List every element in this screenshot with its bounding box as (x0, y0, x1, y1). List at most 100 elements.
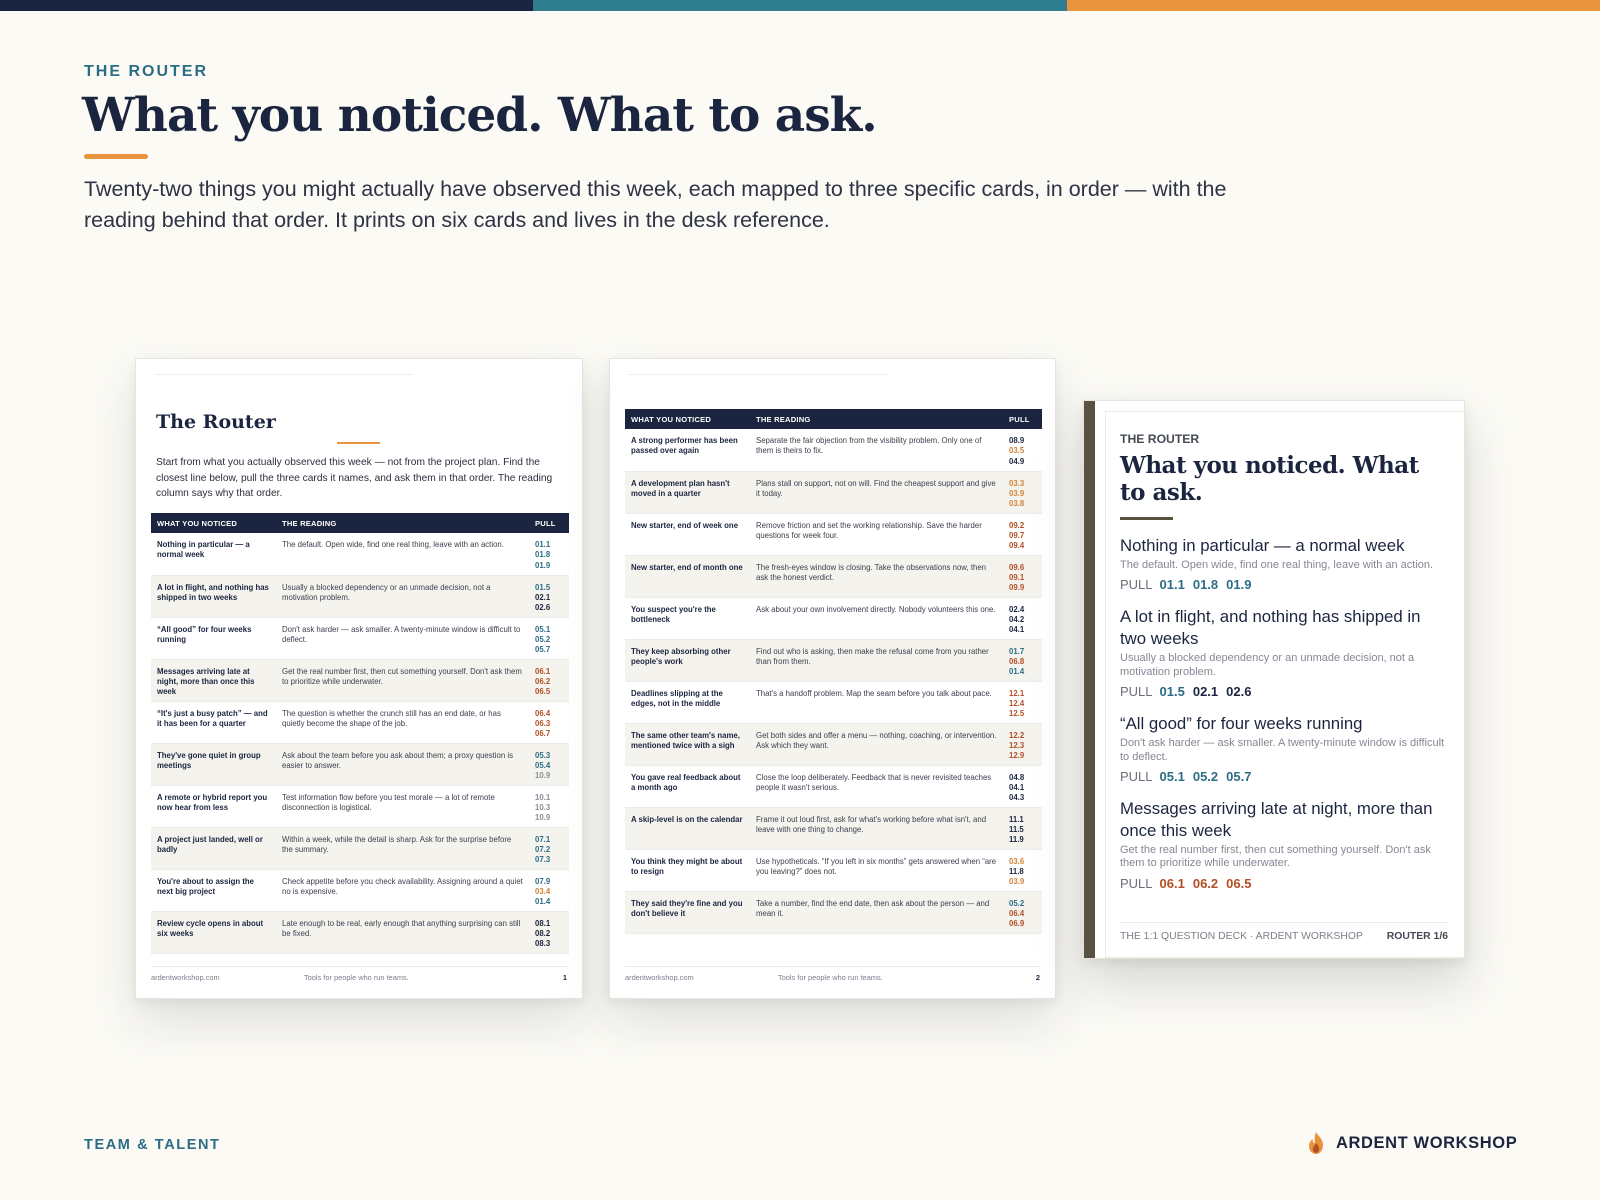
card-code: 06.9 (1009, 919, 1025, 929)
card-code: 02.1 (1192, 684, 1219, 700)
table-row: A lot in flight, and nothing has shipped… (151, 575, 569, 618)
card-code: 08.9 (1009, 436, 1025, 445)
noticed-cell: A lot in flight, and nothing has shipped… (151, 575, 276, 618)
table-row: They've gone quiet in group meetings Ask … (151, 743, 569, 786)
pull-cell: 04.8 04.1 04.3 (1003, 765, 1042, 808)
card-code: 07.1 (535, 834, 551, 844)
table-row: A project just landed, well or badly With… (151, 827, 569, 870)
reading-cell: The question is whether the crunch still… (276, 701, 529, 744)
reading-cell: Ask about your own involvement directly.… (750, 597, 1003, 640)
footer-tagline: Tools for people who run teams. (304, 973, 409, 982)
card-code: 05.1 (1159, 769, 1185, 785)
card-code: 06.1 (1159, 875, 1185, 891)
entry-reading: The default. Open wide, find one real th… (1120, 559, 1434, 571)
entry-reading: Get the real number first, then cut some… (1120, 844, 1431, 870)
entry-pull: PULL 01.1 01.8 01.9 (1120, 577, 1450, 592)
noticed-cell: A project just landed, well or badly (151, 827, 276, 870)
noticed-cell: They've gone quiet in group meetings (151, 743, 276, 786)
card-footer-index: ROUTER 1/6 (1386, 931, 1448, 942)
card-code: 09.7 (1009, 530, 1025, 540)
table-row: They said they're fine and you don't bel… (625, 891, 1042, 934)
reading-cell: Don't ask harder — ask smaller. A twenty… (276, 617, 529, 660)
card-entry: A lot in flight, and nothing has shipped… (1120, 606, 1450, 699)
card-code: 12.4 (1009, 698, 1025, 708)
table-row: You're about to assign the next big proj… (151, 869, 569, 912)
table-row: New starter, end of week one Remove frict… (625, 513, 1042, 556)
table-row: A skip-level is on the calendar Frame it … (625, 807, 1042, 850)
card-footer-deck: THE 1:1 QUESTION DECK · ARDENT WORKSHOP (1120, 931, 1363, 942)
reading-cell: Ask about the team before you ask about … (276, 743, 529, 786)
table-row: A remote or hybrid report you now hear f… (151, 785, 569, 828)
column-header-noticed: WHAT YOU NOTICED (151, 513, 276, 533)
card-code: 12.3 (1009, 740, 1025, 750)
noticed-cell: “All good” for four weeks running (151, 617, 276, 660)
card-code: 06.2 (535, 676, 551, 686)
card-code: 04.9 (1009, 456, 1025, 466)
card-code: 04.2 (1009, 614, 1025, 624)
reading-cell: Test information flow before you test mo… (276, 785, 529, 828)
pull-cell: 05.1 05.2 05.7 (529, 617, 569, 660)
card-code: 01.8 (1192, 577, 1219, 593)
pull-cell: 03.6 11.8 03.9 (1003, 849, 1042, 892)
page-footer: ardentworkshop.com Tools for people who … (625, 966, 1040, 986)
entry-noticed: Messages arriving late at night, more th… (1120, 799, 1433, 841)
pull-cell: 01.1 01.8 01.9 (529, 533, 569, 576)
noticed-cell: New starter, end of week one (625, 513, 750, 556)
card-code: 11.1 (1009, 814, 1024, 824)
column-header-noticed: WHAT YOU NOTICED (625, 409, 750, 429)
page-footer: ardentworkshop.com Tools for people who … (151, 966, 567, 986)
card-code: 03.8 (1009, 499, 1025, 509)
card-code: 05.4 (535, 760, 551, 770)
entry-noticed: “All good” for four weeks running (1120, 714, 1363, 734)
card-code: 01.4 (1009, 667, 1025, 677)
noticed-cell: They keep absorbing other people's work (625, 639, 750, 682)
card-code: 06.5 (535, 687, 551, 697)
card-code: 10.1 (535, 792, 551, 802)
card-code: 10.3 (535, 802, 551, 812)
document-title: The Router (156, 411, 276, 433)
card-code: 02.6 (1226, 684, 1252, 700)
card-code: 03.6 (1009, 856, 1025, 866)
card-code: 06.2 (1192, 875, 1219, 891)
card-code: 09.9 (1009, 583, 1025, 593)
table-row: Messages arriving late at night, more th… (151, 659, 569, 702)
flame-icon (1309, 1132, 1323, 1154)
card-code: 06.3 (535, 718, 551, 728)
column-header-reading: THE READING (750, 409, 1003, 429)
entry-pull: PULL 06.1 06.2 06.5 (1120, 876, 1450, 891)
card-code: 08.2 (535, 928, 551, 938)
card-code: 02.4 (1009, 604, 1025, 614)
card-code: 07.2 (535, 844, 551, 854)
card-code: 11.9 (1009, 835, 1024, 845)
pull-cell: 07.9 03.4 01.4 (529, 869, 569, 912)
pull-cell: 12.1 12.4 12.5 (1003, 681, 1042, 724)
document-page-1: The Router Start from what you actually … (135, 358, 583, 999)
card-code: 04.8 (1009, 772, 1025, 782)
noticed-cell: You suspect you're the bottleneck (625, 597, 750, 640)
card-code: 01.9 (535, 560, 551, 570)
card-code: 03.9 (1009, 877, 1025, 887)
card-code: 09.2 (1009, 520, 1025, 530)
card-code: 12.9 (1009, 751, 1025, 761)
card-spine (1084, 401, 1095, 958)
entry-noticed: A lot in flight, and nothing has shipped… (1120, 607, 1421, 649)
pull-cell: 05.3 05.4 10.9 (529, 743, 569, 786)
card-code: 04.1 (1009, 782, 1025, 792)
intro-paragraph: Twenty-two things you might actually hav… (84, 177, 1227, 232)
reading-cell: Remove friction and set the working rela… (750, 513, 1003, 556)
card-code: 01.4 (535, 897, 551, 907)
card-code: 06.8 (1009, 656, 1025, 666)
noticed-cell: The same other team's name, mentioned tw… (625, 723, 750, 766)
card-code: 01.5 (1159, 684, 1185, 700)
pull-cell: 12.2 12.3 12.9 (1003, 723, 1042, 766)
card-code: 04.1 (1009, 625, 1025, 635)
card-code: 03.9 (1009, 488, 1025, 498)
card-code: 11.5 (1009, 824, 1024, 834)
table-header-row: WHAT YOU NOTICED THE READING PULL (151, 513, 569, 533)
footer-site: ardentworkshop.com (151, 973, 220, 982)
title-rule (337, 442, 380, 444)
top-bar-teal (533, 0, 1067, 11)
card-code: 05.3 (535, 750, 551, 760)
reading-cell: Take a number, find the end date, then a… (750, 891, 1003, 934)
table-row: Nothing in particular — a normal week The… (151, 533, 569, 576)
